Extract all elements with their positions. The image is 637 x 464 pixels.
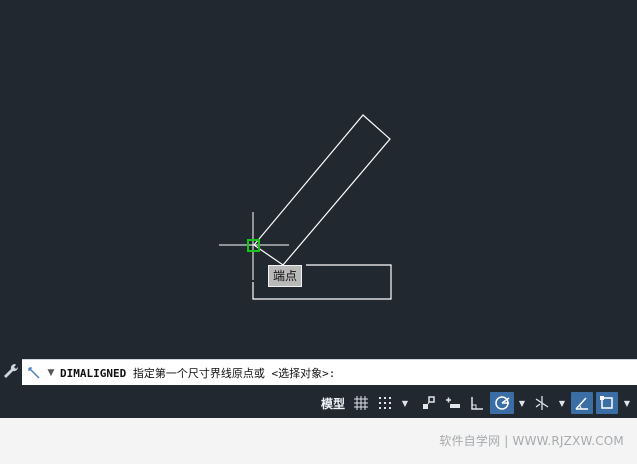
customize-wrench-icon[interactable] <box>2 362 20 382</box>
command-prompt: DIMALIGNED 指定第一个尺寸界线原点或 <选择对象>: <box>60 365 335 381</box>
object-snap-tracking-icon[interactable] <box>571 392 593 414</box>
drawing-canvas[interactable]: 端点 <box>0 0 637 355</box>
isodraft-dropdown-chevron-icon[interactable]: ▼ <box>555 392 569 414</box>
command-prompt-text: 指定第一个尺寸界线原点或 <选择对象>: <box>126 366 336 380</box>
infer-constraints-icon[interactable] <box>418 392 440 414</box>
model-label: 模型 <box>320 396 345 411</box>
model-space-button[interactable]: 模型 <box>318 392 348 414</box>
polar-tracking-icon[interactable] <box>490 392 514 414</box>
page-footer: 软件自学网 | WWW.RJZXW.COM <box>0 418 637 464</box>
snap-dropdown-chevron-icon[interactable]: ▼ <box>398 392 412 414</box>
object-snap-icon[interactable] <box>596 392 618 414</box>
grid-icon[interactable] <box>350 392 372 414</box>
command-line[interactable]: ▼ DIMALIGNED 指定第一个尺寸界线原点或 <选择对象>: <box>22 359 637 385</box>
status-bar: 模型 ▼ ▼ ▼ ▼ <box>0 388 637 418</box>
dynamic-input-icon[interactable] <box>442 392 464 414</box>
snap-mode-icon[interactable] <box>374 392 396 414</box>
rotated-rectangle[interactable] <box>253 114 391 266</box>
command-name: DIMALIGNED <box>60 366 127 380</box>
snap-tooltip: 端点 <box>268 265 303 287</box>
command-bar: ▼ DIMALIGNED 指定第一个尺寸界线原点或 <选择对象>: <box>0 355 637 388</box>
isodraft-icon[interactable] <box>531 392 553 414</box>
chevron-down-icon[interactable]: ▼ <box>46 368 56 378</box>
drawing-geometry <box>219 114 392 300</box>
site-watermark: 软件自学网 | WWW.RJZXW.COM <box>439 434 624 448</box>
object-snap-dropdown-chevron-icon[interactable]: ▼ <box>620 392 634 414</box>
ortho-mode-icon[interactable] <box>466 392 488 414</box>
polar-dropdown-chevron-icon[interactable]: ▼ <box>515 392 529 414</box>
recent-command-icon[interactable] <box>22 361 46 385</box>
